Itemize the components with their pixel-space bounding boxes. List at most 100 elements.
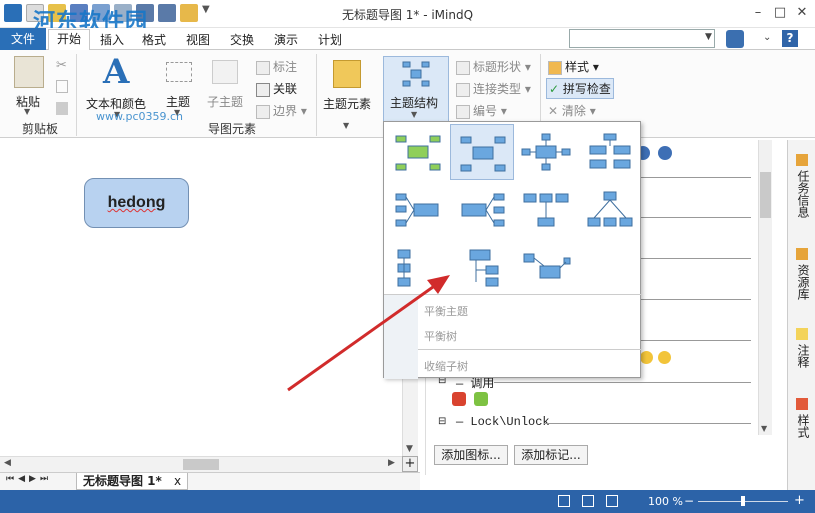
structure-option-right-logic[interactable]	[386, 182, 450, 238]
structure-icon	[523, 193, 569, 227]
paste-icon[interactable]	[14, 56, 44, 88]
topic-elements-dropdown-icon[interactable]: ▼	[343, 121, 349, 130]
panel-scroll-down-icon[interactable]: ▼	[761, 424, 767, 433]
zoom-out-icon[interactable]: −	[684, 494, 694, 508]
structure-icon	[469, 249, 499, 287]
structure-option-org-right[interactable]	[450, 124, 514, 180]
subtopic-icon[interactable]	[212, 60, 238, 84]
tab-format[interactable]: 格式	[134, 31, 174, 48]
numbering-icon	[456, 104, 470, 119]
annotation-arrow-head	[427, 275, 450, 294]
scroll-left-icon[interactable]: ◀	[4, 458, 11, 468]
watermark-url: www.pc0359.cn	[96, 110, 184, 123]
smiley-icon[interactable]	[640, 351, 653, 364]
annotation-arrow	[287, 275, 450, 392]
topic-elements-button[interactable]: 主题元素	[323, 95, 371, 112]
minimize-button[interactable]: –	[748, 4, 768, 22]
scroll-right-icon[interactable]: ▶	[388, 458, 395, 468]
sheet-tab[interactable]: 无标题导图 1* x	[76, 473, 189, 490]
panel-vertical-scrollbar[interactable]: ▼	[758, 140, 772, 435]
topic-icon[interactable]	[166, 62, 192, 82]
side-tab-library[interactable]: 资源库	[792, 264, 814, 300]
structure-option-tree-down[interactable]	[578, 182, 642, 238]
callout-button[interactable]: 标注	[256, 58, 297, 75]
tab-start[interactable]: 开始	[48, 29, 91, 50]
structure-icon	[587, 191, 633, 227]
canvas-horizontal-scrollbar[interactable]: ◀ ▶	[0, 456, 402, 472]
topic-elements-icon[interactable]	[333, 60, 361, 88]
paste-dropdown-icon[interactable]: ▼	[24, 107, 30, 116]
file-menu[interactable]: 文件	[0, 28, 46, 50]
side-tab-notes[interactable]: 注释	[792, 344, 814, 368]
tab-plan[interactable]: 计划	[310, 31, 350, 48]
icon-circle-blue[interactable]	[658, 146, 672, 160]
add-marker-button[interactable]: 添加标记...	[514, 445, 588, 465]
copy-icon[interactable]	[56, 80, 68, 93]
format-painter-icon[interactable]	[56, 102, 68, 115]
subtopic-button[interactable]: 子主题	[207, 93, 243, 110]
line-type-icon	[456, 82, 470, 97]
phone-green-icon[interactable]	[474, 392, 488, 406]
structure-icon	[523, 253, 571, 279]
topic-dropdown-icon[interactable]: ▼	[174, 108, 180, 117]
add-icon-button[interactable]: 添加图标...	[434, 445, 508, 465]
structure-option-org-both[interactable]	[578, 124, 642, 180]
smiley-icon[interactable]	[658, 351, 671, 364]
zoom-in-icon[interactable]: +	[794, 493, 805, 508]
numbering-button[interactable]: 编号 ▾	[456, 102, 507, 119]
structure-icon	[395, 135, 441, 171]
sheet-nav-icons[interactable]: ⏮◀▶⏭	[6, 474, 52, 484]
boundary-icon	[256, 104, 270, 119]
style-panel-icon	[796, 398, 808, 410]
side-tab-task-info[interactable]: 任务信息	[792, 170, 814, 218]
structure-option-map[interactable]	[386, 124, 450, 180]
structure-option-org-left[interactable]	[514, 124, 578, 180]
group-separator	[316, 54, 317, 136]
topic-structure-icon	[402, 60, 430, 88]
search-dropdown-icon[interactable]: ▼	[705, 32, 712, 42]
line-type-button[interactable]: 连接类型 ▾	[456, 80, 531, 97]
relation-button[interactable]: 关联	[256, 80, 297, 97]
structure-icon	[395, 193, 439, 227]
topic-shape-button[interactable]: 标题形状 ▾	[456, 58, 531, 75]
structure-option-left-logic[interactable]	[450, 182, 514, 238]
tab-view[interactable]: 视图	[178, 31, 218, 48]
topic-structure-dropdown-icon[interactable]: ▼	[411, 110, 417, 119]
structure-option-fishbone[interactable]	[514, 240, 578, 296]
maximize-button[interactable]: □	[770, 4, 790, 22]
divider	[544, 423, 751, 424]
structure-option-org-down[interactable]	[514, 182, 578, 238]
style-button[interactable]: 样式 ▾	[548, 58, 599, 75]
close-button[interactable]: ✕	[792, 4, 812, 22]
panel-scroll-thumb[interactable]	[760, 172, 771, 218]
ribbon-collapse-icon[interactable]: ⌄	[763, 32, 771, 43]
text-color-icon[interactable]: A	[103, 52, 129, 92]
add-sheet-icon[interactable]: +	[402, 456, 418, 472]
central-topic[interactable]: hedong	[84, 178, 189, 228]
help-icon[interactable]: ?	[782, 30, 798, 47]
tab-insert[interactable]: 插入	[92, 31, 132, 48]
search-input[interactable]	[569, 29, 715, 48]
horizontal-scroll-thumb[interactable]	[183, 459, 219, 470]
map-elements-group-label: 导图元素	[208, 122, 257, 136]
network-icon[interactable]	[726, 30, 744, 48]
side-tab-style[interactable]: 样式	[792, 414, 814, 438]
actual-size-icon[interactable]	[582, 495, 594, 507]
collapse-toggle-icon[interactable]: ⊟	[438, 416, 446, 427]
scroll-down-icon[interactable]: ▼	[406, 444, 413, 454]
tab-presentation[interactable]: 演示	[266, 31, 306, 48]
notes-icon	[796, 328, 808, 340]
annotation-arrow-shaft	[287, 280, 441, 392]
clear-button[interactable]: ✕ 清除 ▾	[548, 102, 596, 119]
structure-icon	[521, 133, 571, 171]
spell-check-button[interactable]: ✓ 拼写检查	[546, 78, 614, 99]
zoom-slider-thumb[interactable]	[741, 496, 745, 506]
close-tab-icon[interactable]: x	[174, 474, 181, 488]
task-info-icon	[796, 154, 808, 166]
fit-map-icon[interactable]	[558, 495, 570, 507]
fit-width-icon[interactable]	[606, 495, 618, 507]
cut-icon[interactable]: ✂	[56, 58, 67, 73]
boundary-button[interactable]: 边界 ▾	[256, 102, 307, 119]
status-bar: 100 % − +	[0, 490, 815, 513]
tab-exchange[interactable]: 交换	[222, 31, 262, 48]
